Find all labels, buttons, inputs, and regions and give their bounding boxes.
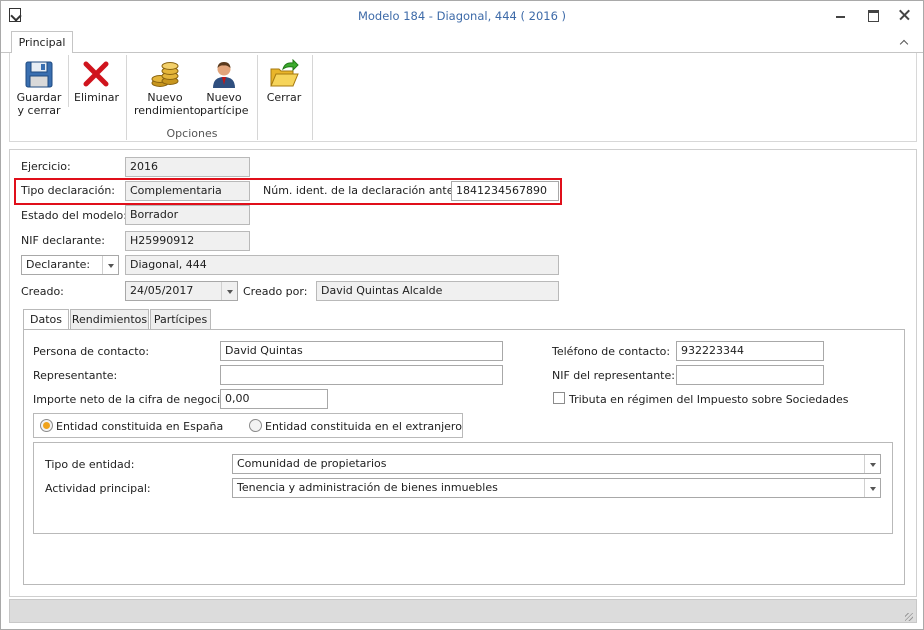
close-label: Cerrar <box>266 91 302 104</box>
folder-arrow-icon <box>269 58 299 89</box>
chevron-down-icon <box>102 256 118 274</box>
restore-button[interactable] <box>863 7 883 23</box>
red-x-icon <box>81 59 111 89</box>
new-return-label-1: Nuevo <box>147 91 183 104</box>
minimize-button[interactable] <box>831 7 851 23</box>
tributa-label: Tributa en régimen del Impuesto sobre So… <box>569 393 849 406</box>
new-participant-label-1: Nuevo <box>206 91 242 104</box>
app-window: Modelo 184 - Diagonal, 444 ( 2016 ) Prin… <box>0 0 924 630</box>
telefono-label: Teléfono de contacto: <box>552 345 671 358</box>
title-bar: Modelo 184 - Diagonal, 444 ( 2016 ) <box>1 1 923 31</box>
tipo-entidad-label: Tipo de entidad: <box>45 458 135 471</box>
nif-declarante-field: H25990912 <box>125 231 250 251</box>
radio-extranjero[interactable] <box>249 419 262 432</box>
new-participant-button[interactable]: Nuevo partícipe <box>200 59 248 117</box>
contacto-input[interactable]: David Quintas <box>220 341 503 361</box>
radio-espana[interactable] <box>40 419 53 432</box>
delete-label: Eliminar <box>74 91 120 104</box>
collapse-ribbon-icon[interactable] <box>899 38 909 46</box>
nif-declarante-label: NIF declarante: <box>21 234 105 247</box>
nif-representante-label: NIF del representante: <box>552 369 675 382</box>
new-return-label-2: rendimiento <box>134 104 201 117</box>
resize-grip-icon[interactable] <box>905 613 913 621</box>
ribbon-separator <box>68 55 69 107</box>
estado-field: Borrador <box>125 205 250 225</box>
representante-label: Representante: <box>33 369 118 382</box>
tab-participes[interactable]: Partícipes <box>150 309 211 330</box>
ribbon-separator <box>126 55 127 140</box>
new-participant-label-2: partícipe <box>200 104 249 117</box>
person-icon <box>209 59 239 89</box>
coins-icon <box>150 59 180 89</box>
estado-label: Estado del modelo: <box>21 209 127 222</box>
importe-label: Importe neto de la cifra de negocios: <box>33 393 237 406</box>
entity-origin-radio-group: Entidad constituida en España Entidad co… <box>33 413 463 438</box>
ejercicio-field: 2016 <box>125 157 250 177</box>
chevron-down-icon <box>864 479 880 497</box>
highlight-annotation <box>14 178 562 205</box>
ribbon-separator <box>257 55 258 140</box>
radio-extranjero-label: Entidad constituida en el extranjero <box>265 420 462 433</box>
actividad-select[interactable]: Tenencia y administración de bienes inmu… <box>232 478 881 498</box>
ribbon: Guardar y cerrar Eliminar Nuevo rendimie… <box>9 53 917 142</box>
tab-rendimientos[interactable]: Rendimientos <box>70 309 149 330</box>
new-return-button[interactable]: Nuevo rendimiento <box>134 59 201 117</box>
ejercicio-label: Ejercicio: <box>21 160 71 173</box>
telefono-input[interactable]: 932223344 <box>676 341 824 361</box>
declarante-select-value: Declarante: <box>26 258 91 271</box>
creado-por-field: David Quintas Alcalde <box>316 281 559 301</box>
save-and-close-button[interactable]: Guardar y cerrar <box>14 59 64 117</box>
tab-datos[interactable]: Datos <box>23 309 69 331</box>
chevron-down-icon <box>221 282 237 300</box>
save-label-1: Guardar <box>16 91 62 104</box>
close-window-button[interactable] <box>895 7 915 23</box>
radio-espana-label: Entidad constituida en España <box>56 420 224 433</box>
save-label-2: y cerrar <box>17 104 61 117</box>
tipo-entidad-select[interactable]: Comunidad de propietarios <box>232 454 881 474</box>
ribbon-tab-strip: Principal <box>1 31 923 54</box>
creado-por-label: Creado por: <box>243 285 308 298</box>
status-bar <box>9 599 917 623</box>
declarante-name-field: Diagonal, 444 <box>125 255 559 275</box>
importe-input[interactable]: 0,00 <box>220 389 328 409</box>
chevron-down-icon <box>864 455 880 473</box>
ribbon-tab-principal[interactable]: Principal <box>11 31 73 54</box>
creado-date-picker[interactable]: 24/05/2017 <box>125 281 238 301</box>
representante-input[interactable] <box>220 365 503 385</box>
actividad-label: Actividad principal: <box>45 482 151 495</box>
creado-label: Creado: <box>21 285 64 298</box>
tipo-entidad-value: Comunidad de propietarios <box>237 457 387 470</box>
nif-representante-input[interactable] <box>676 365 824 385</box>
floppy-disk-icon <box>24 59 54 89</box>
contacto-label: Persona de contacto: <box>33 345 150 358</box>
declarante-select[interactable]: Declarante: <box>21 255 119 275</box>
window-title: Modelo 184 - Diagonal, 444 ( 2016 ) <box>357 9 567 23</box>
delete-button[interactable]: Eliminar <box>74 59 120 104</box>
options-group-label: Opciones <box>166 127 218 140</box>
actividad-value: Tenencia y administración de bienes inmu… <box>237 481 498 494</box>
creado-date-value: 24/05/2017 <box>130 284 194 297</box>
tributa-checkbox[interactable] <box>553 392 565 404</box>
ribbon-separator <box>312 55 313 140</box>
close-button[interactable]: Cerrar <box>264 58 304 104</box>
